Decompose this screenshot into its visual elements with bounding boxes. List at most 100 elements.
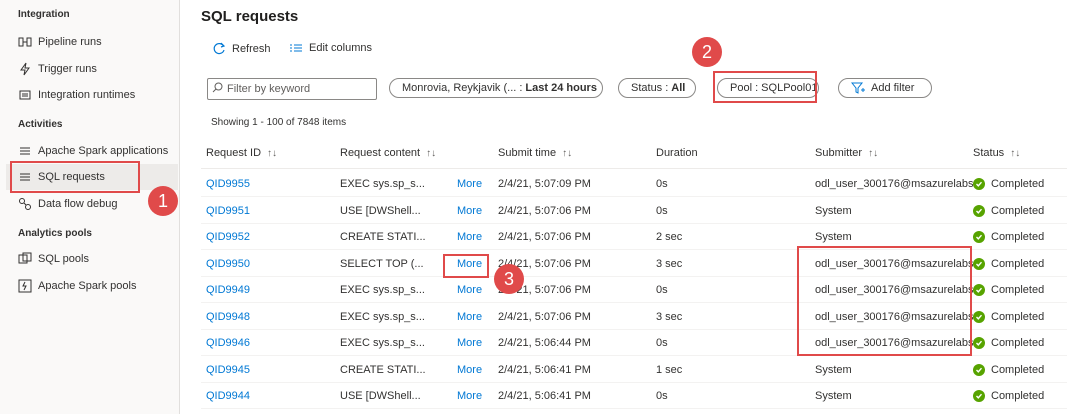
table-row[interactable]: QID9944 USE [DWShell... More 2/4/21, 5:06:4…	[201, 383, 1067, 409]
success-check-icon	[973, 231, 985, 243]
duration: 3 sec	[656, 257, 683, 270]
sidebar-item-label: Apache Spark applications	[38, 145, 169, 157]
time-filter-prefix: Monrovia, Reykjavik (... :	[402, 82, 523, 94]
request-content: EXEC sys.sp_s...	[340, 337, 425, 349]
submit-time: 2/4/21, 5:06:41 PM	[498, 363, 591, 376]
status-label: Completed	[991, 204, 1045, 217]
request-content: SELECT TOP (...	[340, 257, 424, 270]
status-label: Completed	[991, 310, 1045, 323]
table-row[interactable]: QID9951 USE [DWShell... More 2/4/21, 5:07:0…	[201, 198, 1067, 224]
submit-time: 2/4/21, 5:06:44 PM	[498, 337, 591, 349]
edit-columns-label: Edit columns	[309, 42, 372, 54]
submit-time: 2/4/21, 5:07:06 PM	[498, 231, 591, 243]
sidebar-item-label: SQL pools	[38, 253, 89, 265]
callout-badge-2: 2	[692, 37, 722, 67]
more-link[interactable]: More	[457, 357, 482, 383]
request-id-link[interactable]: QID9951	[206, 198, 250, 224]
search-box[interactable]	[207, 78, 377, 100]
more-link[interactable]: More	[457, 304, 482, 330]
request-content: USE [DWShell...	[340, 390, 421, 402]
col-header-status[interactable]: Status ↑↓	[973, 147, 1020, 159]
success-check-icon	[973, 204, 985, 217]
sidebar-item-label: Trigger runs	[38, 63, 97, 75]
sidebar-item-apache-spark-pools[interactable]: Apache Spark pools	[6, 273, 178, 299]
duration: 0s	[656, 390, 668, 402]
status-label: Completed	[991, 390, 1045, 402]
header-label: Submitter	[815, 147, 863, 159]
main-content: SQL requests Refresh Edit columns Monrov…	[181, 0, 1067, 414]
request-id-link[interactable]: QID9952	[206, 224, 250, 250]
success-check-icon	[973, 284, 985, 296]
request-content: CREATE STATI...	[340, 363, 426, 376]
refresh-label: Refresh	[232, 42, 271, 55]
sidebar-item-label: Apache Spark pools	[38, 280, 137, 292]
sidebar-item-sql-pools[interactable]: SQL pools	[6, 246, 178, 272]
section-integration: Integration	[18, 9, 70, 20]
table-row[interactable]: QID9955 EXEC sys.sp_s... More 2/4/21, 5:07:…	[201, 171, 1067, 197]
submitter: odl_user_300176@msazurelabs	[815, 178, 974, 190]
add-filter-button[interactable]: Add filter	[838, 78, 932, 98]
status-filter[interactable]: Status : All	[618, 78, 696, 98]
duration: 2 sec	[656, 231, 683, 243]
status-label: Completed	[991, 231, 1045, 243]
request-id-link[interactable]: QID9950	[206, 251, 250, 277]
header-divider	[201, 168, 1067, 169]
duration: 0s	[656, 284, 668, 296]
submit-time: 2/4/21, 5:07:06 PM	[498, 310, 591, 323]
status: Completed	[973, 251, 1044, 277]
submit-time: 2/4/21, 5:07:06 PM	[498, 204, 591, 217]
more-link[interactable]: More	[457, 330, 482, 356]
request-id-link[interactable]: QID9948	[206, 304, 250, 330]
header-label: Request ID	[206, 147, 262, 159]
request-id-link[interactable]: QID9955	[206, 171, 250, 197]
request-id-link[interactable]: QID9945	[206, 357, 250, 383]
status-filter-value: All	[671, 82, 686, 94]
request-id-link[interactable]: QID9949	[206, 277, 250, 303]
callout-box-pool	[713, 71, 817, 103]
request-id-link[interactable]: QID9946	[206, 330, 250, 356]
more-link[interactable]: More	[457, 171, 482, 197]
more-link[interactable]: More	[457, 198, 482, 224]
col-header-request-content[interactable]: Request content ↑↓	[340, 147, 436, 159]
col-header-request-id[interactable]: Request ID ↑↓	[206, 147, 277, 159]
more-link[interactable]: More	[457, 277, 482, 303]
edit-columns-button[interactable]: Edit columns	[289, 42, 372, 54]
dataflow-icon	[18, 197, 32, 211]
time-range-filter[interactable]: Monrovia, Reykjavik (... : Last 24 hours	[389, 78, 603, 98]
callout-box-submitter	[797, 246, 972, 356]
sidebar-item-pipeline-runs[interactable]: Pipeline runs	[6, 29, 178, 55]
header-label: Request content	[340, 147, 421, 159]
request-id-link[interactable]: QID9944	[206, 383, 250, 409]
search-input[interactable]	[227, 83, 367, 95]
sidebar-item-trigger-runs[interactable]: Trigger runs	[6, 56, 178, 82]
sidebar-item-integration-runtimes[interactable]: Integration runtimes	[6, 82, 178, 108]
more-link[interactable]: More	[457, 383, 482, 409]
header-label: Duration	[656, 147, 698, 159]
sort-icon: ↑↓	[267, 147, 278, 159]
col-header-submitter[interactable]: Submitter ↑↓	[815, 147, 878, 159]
sort-icon: ↑↓	[868, 147, 879, 159]
col-header-submit-time[interactable]: Submit time ↑↓	[498, 147, 572, 159]
success-check-icon	[973, 257, 985, 270]
table-row[interactable]: QID9945 CREATE STATI... More 2/4/21, 5:06:4…	[201, 357, 1067, 383]
more-link[interactable]: More	[457, 224, 482, 250]
status: Completed	[973, 330, 1044, 356]
request-content: EXEC sys.sp_s...	[340, 310, 425, 323]
duration: 3 sec	[656, 310, 683, 323]
search-icon	[212, 82, 223, 96]
success-check-icon	[973, 310, 985, 323]
add-filter-label: Add filter	[871, 82, 915, 94]
col-header-duration[interactable]: Duration	[656, 147, 698, 159]
status: Completed	[973, 383, 1044, 409]
status: Completed	[973, 224, 1044, 250]
duration: 0s	[656, 337, 668, 349]
status-label: Completed	[991, 337, 1045, 349]
sort-icon: ↑↓	[1010, 147, 1021, 159]
page-title: SQL requests	[201, 8, 299, 25]
status-filter-prefix: Status :	[631, 82, 669, 94]
submitter: System	[815, 204, 852, 217]
refresh-button[interactable]: Refresh	[213, 42, 271, 55]
success-check-icon	[973, 178, 985, 190]
submitter: System	[815, 363, 852, 376]
callout-badge-3: 3	[494, 264, 524, 294]
